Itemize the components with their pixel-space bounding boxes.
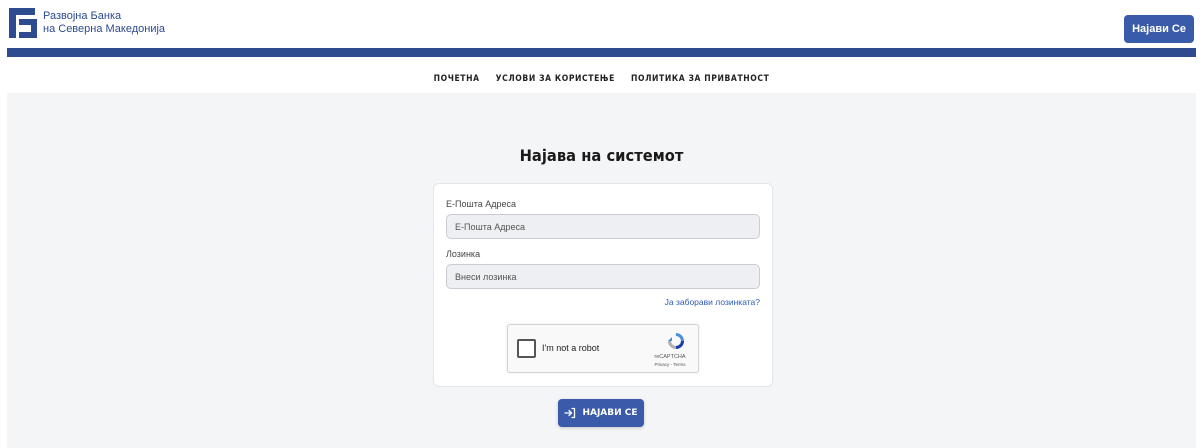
header: Развојна Банка на Северна Македонија Нај… — [0, 0, 1203, 48]
nav-item-home[interactable]: ПОЧЕТНА — [434, 74, 480, 84]
header-divider-bar — [7, 48, 1196, 57]
email-field[interactable] — [446, 214, 760, 239]
submit-login-button[interactable]: НАЈАВИ СЕ — [558, 399, 644, 427]
recaptcha-label: I'm not a robot — [542, 343, 600, 353]
logo-line1: Развојна Банка — [43, 10, 122, 22]
bank-logo[interactable]: Развојна Банка на Северна Македонија — [9, 8, 165, 38]
main-nav: ПОЧЕТНА УСЛОВИ ЗА КОРИСТЕЊЕ ПОЛИТИКА ЗА … — [0, 65, 1203, 93]
submit-login-label: НАЈАВИ СЕ — [582, 408, 638, 418]
recaptcha-icon — [668, 333, 684, 349]
recaptcha-widget: I'm not a robot reCAPTCHA Privacy - Term… — [507, 324, 699, 373]
page-title: Најава на системот — [519, 146, 684, 165]
login-card: Е-Пошта Адреса Лозинка Ја заборави лозин… — [433, 183, 773, 387]
forgot-password-link[interactable]: Ја заборави лозинката? — [665, 297, 760, 307]
recaptcha-checkbox[interactable] — [517, 339, 536, 358]
recaptcha-links[interactable]: Privacy - Terms — [650, 362, 690, 367]
email-label: Е-Пошта Адреса — [446, 199, 516, 209]
nav-item-terms[interactable]: УСЛОВИ ЗА КОРИСТЕЊЕ — [496, 74, 615, 84]
logo-line2: на Северна Македонија — [43, 23, 166, 35]
main-content: Најава на системот Е-Пошта Адреса Лозинк… — [7, 93, 1196, 448]
nav-item-privacy[interactable]: ПОЛИТИКА ЗА ПРИВАТНОСТ — [631, 74, 769, 84]
login-arrow-icon — [564, 407, 576, 419]
password-label: Лозинка — [446, 249, 481, 259]
logo-mark-icon — [9, 8, 37, 38]
password-field[interactable] — [446, 264, 760, 289]
header-login-button[interactable]: Најави Се — [1124, 15, 1194, 43]
recaptcha-brand: reCAPTCHA — [654, 354, 686, 360]
